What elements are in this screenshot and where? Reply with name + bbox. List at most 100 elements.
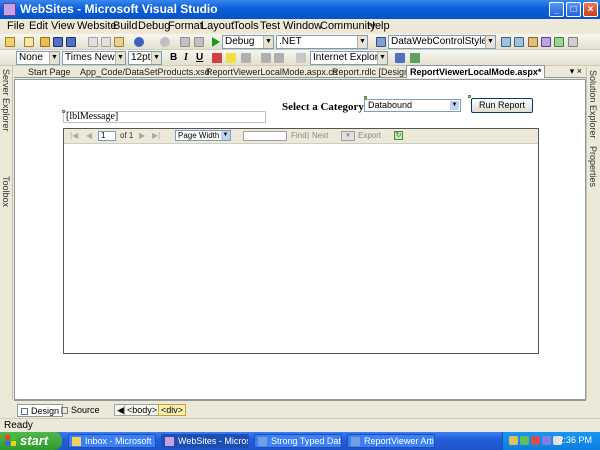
bold-button[interactable]: B	[170, 52, 177, 63]
paste-icon[interactable]	[114, 37, 124, 47]
toolbar-options-icon[interactable]	[410, 53, 420, 63]
solution-configuration-select[interactable]: Debug▼	[222, 35, 274, 49]
tab-reportviewer-aspx[interactable]: ReportViewerLocalMode.aspx*	[406, 65, 545, 78]
undo-icon[interactable]	[134, 37, 144, 47]
add-item-icon[interactable]	[24, 37, 34, 47]
find-combo[interactable]: DataWebControlStyle▼	[388, 35, 496, 49]
tray-antivirus-icon[interactable]	[520, 436, 529, 445]
source-view-tab[interactable]: Source	[58, 404, 103, 417]
minimize-button[interactable]: _	[549, 2, 564, 17]
redo-icon[interactable]	[160, 37, 170, 47]
tray-security-icon[interactable]	[531, 436, 540, 445]
properties-window-icon[interactable]	[514, 37, 524, 47]
bulleted-list-icon[interactable]	[274, 53, 284, 63]
save-icon[interactable]	[53, 37, 63, 47]
menu-tools[interactable]: Tools	[233, 20, 259, 32]
menu-window[interactable]: Window	[283, 20, 322, 32]
italic-button[interactable]: I	[184, 52, 188, 63]
export-link[interactable]: Export	[358, 131, 381, 140]
tray-network-icon[interactable]	[509, 436, 518, 445]
crumb-body[interactable]: <body>	[124, 404, 160, 416]
navigate-forward-icon[interactable]	[194, 37, 204, 47]
message-label[interactable]: [lblMessage]	[63, 111, 266, 123]
font-color-icon[interactable]	[212, 53, 222, 63]
underline-button[interactable]: U	[196, 52, 203, 63]
start-button[interactable]: start	[0, 432, 62, 450]
next-page-icon[interactable]: ▶	[139, 131, 145, 140]
check-accessibility-icon[interactable]	[395, 53, 405, 63]
last-page-icon[interactable]: ▶|	[152, 131, 160, 140]
previous-page-icon[interactable]: ◀	[86, 131, 92, 140]
start-page-icon[interactable]	[554, 37, 564, 47]
highlight-color-icon[interactable]	[226, 53, 236, 63]
menu-website[interactable]: Website	[77, 20, 117, 32]
menu-help[interactable]: Help	[367, 20, 390, 32]
find-combo-value: DataWebControlStyle	[391, 36, 487, 47]
taskbar-item-websites[interactable]: WebSites - Micros...	[161, 434, 249, 448]
open-folder-icon[interactable]	[40, 37, 50, 47]
font-size-select[interactable]: 12pt▼	[128, 51, 162, 65]
block-format-select[interactable]: None▼	[16, 51, 60, 65]
toolbox-tab[interactable]: Toolbox	[1, 176, 11, 207]
zoom-select[interactable]: Page Width ▼	[175, 130, 231, 141]
solution-platform-select[interactable]: .NET▼	[276, 35, 368, 49]
crumb-div[interactable]: <div>	[158, 404, 186, 416]
taskbar-item-inbox[interactable]: Inbox - Microsoft ...	[68, 434, 156, 448]
menu-view[interactable]: View	[51, 20, 75, 32]
find-link[interactable]: Find	[291, 131, 307, 140]
chevron-down-icon: ▼	[49, 52, 59, 64]
solution-explorer-icon[interactable]	[501, 37, 511, 47]
copy-icon[interactable]	[101, 37, 111, 47]
taskbar-item-strong-typed[interactable]: Strong Typed Dat...	[254, 434, 342, 448]
menu-layout[interactable]: Layout	[201, 20, 234, 32]
menu-format[interactable]: Format	[168, 20, 203, 32]
refresh-icon[interactable]: ↻	[394, 131, 403, 140]
design-view-tab[interactable]: Design	[17, 404, 63, 417]
close-button[interactable]: ×	[583, 2, 598, 17]
server-explorer-tab[interactable]: Server Explorer	[1, 69, 11, 132]
tray-messenger-icon[interactable]	[542, 436, 551, 445]
run-report-button[interactable]: Run Report	[471, 98, 533, 113]
tab-dataset-products-xsd[interactable]: App_Code/DataSetProducts.xsd	[80, 66, 210, 78]
category-dropdown[interactable]: Databound ▼	[364, 99, 461, 112]
new-project-icon[interactable]	[5, 37, 15, 47]
solution-explorer-tab[interactable]: Solution Explorer	[588, 70, 598, 139]
object-browser-icon[interactable]	[528, 37, 538, 47]
menu-debug[interactable]: Debug	[138, 20, 170, 32]
other-windows-icon[interactable]	[568, 37, 578, 47]
justify-icon[interactable]	[241, 53, 251, 63]
first-page-icon[interactable]: |◀	[70, 131, 78, 140]
clock[interactable]: 2:36 PM	[558, 435, 592, 445]
toolbox-icon[interactable]	[541, 37, 551, 47]
page-number-input[interactable]: 1	[98, 131, 116, 141]
menu-edit[interactable]: Edit	[29, 20, 48, 32]
menu-build[interactable]: Build	[113, 20, 137, 32]
navigate-back-icon[interactable]	[180, 37, 190, 47]
font-name-select[interactable]: Times New Ror▼	[62, 51, 126, 65]
maximize-button[interactable]: □	[566, 2, 581, 17]
find-text-input[interactable]	[243, 131, 287, 141]
start-debugging-icon[interactable]	[212, 37, 220, 47]
save-all-icon[interactable]	[66, 37, 76, 47]
menu-test[interactable]: Test	[260, 20, 280, 32]
tab-report-rdlc-design[interactable]: Report.rdlc [Design]	[332, 66, 412, 78]
report-viewer[interactable]: |◀ ◀ 1 of 1 ▶ ▶| Page Width ▼ Find | Nex…	[63, 128, 539, 354]
find-next-link[interactable]: Next	[312, 131, 328, 140]
menu-file[interactable]: File	[7, 20, 25, 32]
properties-tab[interactable]: Properties	[588, 146, 598, 187]
export-format-select[interactable]: ▼	[341, 131, 355, 141]
cut-icon[interactable]	[88, 37, 98, 47]
numbered-list-icon[interactable]	[261, 53, 271, 63]
tab-reportviewer-code[interactable]: ReportViewerLocalMode.aspx.cs	[206, 66, 337, 78]
tab-controls[interactable]: ▾ ×	[570, 66, 582, 77]
find-in-files-icon[interactable]	[376, 37, 386, 47]
taskbar-item-reportviewer[interactable]: ReportViewer Arti...	[347, 434, 435, 448]
source-view-label: Source	[71, 405, 100, 415]
design-surface[interactable]: Select a Category : Databound ▼ Run Repo…	[14, 79, 586, 400]
outlook-icon	[72, 437, 81, 446]
target-schema-select[interactable]: Internet Explorer 6.0▼	[310, 51, 388, 65]
system-tray: 2:36 PM	[502, 432, 600, 450]
hyperlink-icon[interactable]	[296, 53, 306, 63]
document-icon	[351, 437, 360, 446]
tab-start-page[interactable]: Start Page	[28, 66, 71, 78]
